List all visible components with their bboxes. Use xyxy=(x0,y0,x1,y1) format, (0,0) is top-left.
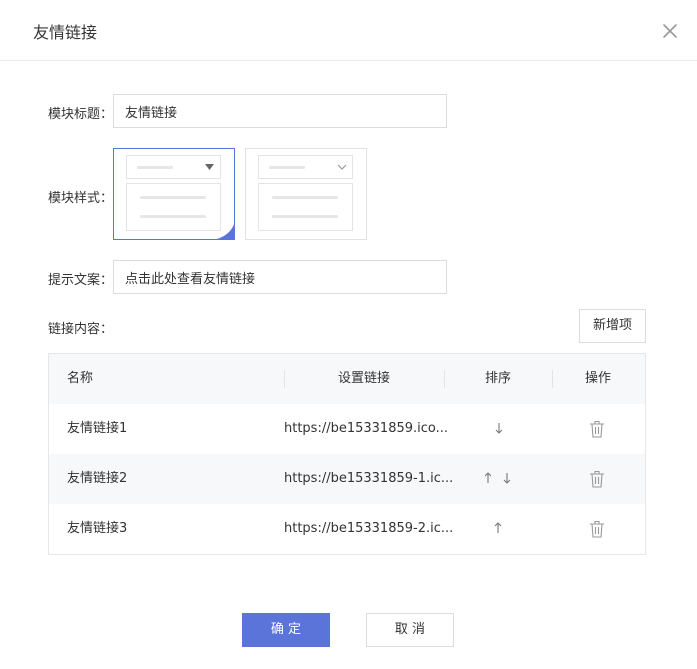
column-header-link: 设置链接 xyxy=(338,371,391,386)
style-option-list[interactable] xyxy=(245,148,367,240)
style-preview-select xyxy=(258,155,353,179)
dialog-header: 友情链接 xyxy=(0,0,697,61)
arrow-up-icon[interactable] xyxy=(483,471,493,485)
arrow-down-icon[interactable] xyxy=(494,421,504,435)
add-item-button[interactable]: 新增项 xyxy=(579,309,646,343)
table-row: 友情链接2 https://be15331859-1.ic... xyxy=(49,454,645,504)
close-icon[interactable] xyxy=(659,20,681,42)
link-content-label: 链接内容： xyxy=(48,322,114,337)
dialog-title: 友情链接 xyxy=(33,23,98,42)
link-name: 友情链接2 xyxy=(67,471,128,486)
link-name: 友情链接1 xyxy=(67,421,128,436)
column-header-actions: 操作 xyxy=(585,371,612,386)
cancel-button[interactable]: 取 消 xyxy=(366,613,454,647)
module-style-label: 模块样式： xyxy=(48,191,114,206)
style-preview-select xyxy=(126,155,221,179)
table-header: 名称 设置链接 排序 操作 xyxy=(49,354,645,404)
arrow-down-icon[interactable] xyxy=(502,471,512,485)
link-name: 友情链接3 xyxy=(67,521,128,536)
hint-text-label: 提示文案： xyxy=(48,273,114,288)
arrow-up-icon[interactable] xyxy=(493,521,503,535)
trash-icon[interactable] xyxy=(589,520,605,538)
style-preview-panel xyxy=(258,183,353,231)
style-option-dropdown[interactable] xyxy=(113,148,235,240)
table-row: 友情链接1 https://be15331859.ico... xyxy=(49,404,645,454)
links-table: 名称 设置链接 排序 操作 友情链接1 https://be15331859.i… xyxy=(48,353,646,555)
link-url: https://be15331859-1.ic... xyxy=(284,471,454,486)
link-url: https://be15331859-2.ic... xyxy=(284,521,454,536)
column-header-name: 名称 xyxy=(67,371,94,386)
chevron-down-icon xyxy=(337,164,347,170)
table-row: 友情链接3 https://be15331859-2.ic... xyxy=(49,504,645,554)
module-title-input[interactable] xyxy=(113,94,447,128)
style-preview-panel xyxy=(126,183,221,231)
column-header-sort: 排序 xyxy=(485,371,512,386)
hint-text-input[interactable] xyxy=(113,260,447,294)
trash-icon[interactable] xyxy=(589,420,605,438)
caret-down-icon xyxy=(205,164,214,170)
module-title-label: 模块标题： xyxy=(48,107,114,122)
trash-icon[interactable] xyxy=(589,470,605,488)
confirm-button[interactable]: 确 定 xyxy=(242,613,330,647)
link-url: https://be15331859.ico... xyxy=(284,421,449,436)
checkmark-icon xyxy=(216,223,234,239)
